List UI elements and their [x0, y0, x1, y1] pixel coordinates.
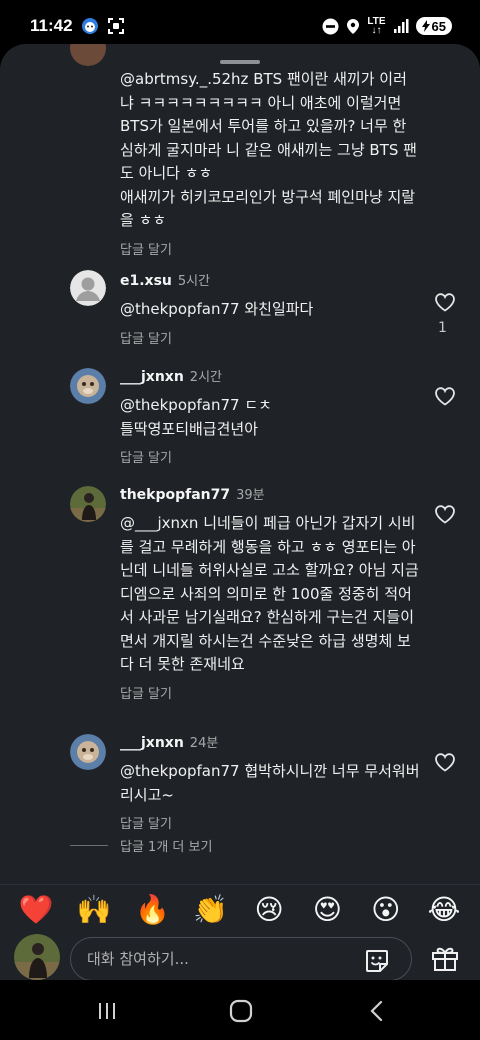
comment-text: @thekpopfan77 와친일파다: [120, 300, 314, 318]
photo-avatar-icon: [14, 934, 60, 980]
status-time: 11:42: [30, 16, 73, 35]
sheet-drag-handle[interactable]: [220, 60, 260, 64]
divider: [70, 845, 108, 846]
comment-text: @___jxnxn 니네들이 페급 아닌가 갑자기 시비를 걸고 무례하게 행동…: [120, 514, 419, 673]
like-heart-icon[interactable]: [433, 502, 457, 526]
avatar[interactable]: [70, 368, 106, 404]
comment-username[interactable]: ___jxnxn: [120, 369, 184, 385]
clapping-hands-emoji-button[interactable]: 👏: [193, 893, 229, 926]
monkey-avatar-icon: [70, 734, 106, 770]
comment-input[interactable]: [87, 950, 337, 968]
avatar[interactable]: [70, 270, 106, 306]
surprised-face-emoji-button[interactable]: 😮: [368, 893, 404, 926]
laughing-tears-emoji-button[interactable]: 😂: [426, 893, 462, 926]
like-heart-icon[interactable]: [433, 290, 457, 314]
location-icon: [347, 18, 360, 34]
view-more-replies-button[interactable]: 답글 1개 더 보기: [70, 836, 212, 855]
comment-time: 24분: [189, 736, 219, 751]
comment-text: @thekpopfan77 ㄷㅊ 틀딱영포티배급견년아: [120, 396, 272, 438]
gift-icon[interactable]: [430, 943, 460, 973]
home-icon[interactable]: [226, 996, 256, 1026]
reply-button[interactable]: 답글 달기: [120, 683, 172, 702]
back-icon[interactable]: [362, 996, 392, 1026]
reply-button[interactable]: 답글 달기: [120, 447, 172, 466]
raising-hands-emoji-button[interactable]: 🙌: [76, 893, 112, 926]
comments-sheet[interactable]: @abrtmsy._.52hz BTS 팬이란 새끼가 이러냐 ㅋㅋㅋㅋㅋㅋㅋㅋ…: [0, 44, 480, 980]
system-navigation-bar: [0, 980, 480, 1040]
heart-eyes-emoji-button[interactable]: 😍: [309, 893, 345, 926]
recent-apps-icon[interactable]: [92, 996, 122, 1026]
emoji-reaction-bar: ❤️ 🙌 🔥 👏 😢 😍 😮 😂: [0, 884, 480, 934]
avatar[interactable]: [70, 44, 106, 66]
dnd-icon: [322, 18, 339, 34]
view-more-replies-label: 답글 1개 더 보기: [120, 840, 213, 855]
signal-icon: [393, 19, 409, 33]
red-heart-emoji-button[interactable]: ❤️: [18, 893, 54, 926]
sticker-icon[interactable]: [363, 947, 391, 975]
reply-button[interactable]: 답글 달기: [120, 328, 172, 347]
reply-button[interactable]: 답글 달기: [120, 813, 172, 832]
comment-composer: [0, 934, 480, 980]
photo-avatar-icon: [70, 486, 106, 522]
crying-face-emoji-button[interactable]: 😢: [251, 893, 287, 926]
comment-username[interactable]: e1.xsu: [120, 273, 172, 289]
like-heart-icon[interactable]: [433, 384, 457, 408]
comment-username[interactable]: ___jxnxn: [120, 735, 184, 751]
comment-text: @thekpopfan77 협박하시니깐 너무 무서워버리시고~: [120, 762, 420, 804]
comment-time: 2시간: [189, 370, 222, 385]
comment-time: 39분: [236, 488, 265, 503]
avatar[interactable]: [70, 486, 106, 522]
my-avatar: [14, 934, 60, 980]
fire-emoji-button[interactable]: 🔥: [135, 893, 171, 926]
battery-icon: 65: [415, 17, 452, 35]
comment-text: @abrtmsy._.52hz BTS 팬이란 새끼가 이러냐 ㅋㅋㅋㅋㅋㅋㅋㅋ…: [120, 70, 417, 229]
avatar[interactable]: [70, 734, 106, 770]
lte-indicator: LTE ↓↑: [367, 16, 386, 36]
reply-button[interactable]: 답글 달기: [120, 239, 172, 258]
like-heart-icon[interactable]: [433, 750, 457, 774]
comment-time: 5시간: [177, 274, 211, 289]
comment-username[interactable]: thekpopfan77: [120, 487, 230, 503]
monkey-avatar-icon: [70, 368, 106, 404]
default-avatar-icon: [70, 270, 106, 306]
app-badge-icon: [81, 18, 98, 34]
like-count: 1: [438, 320, 447, 336]
screenshot-icon: [107, 18, 124, 34]
comment-input-box[interactable]: [70, 937, 412, 980]
